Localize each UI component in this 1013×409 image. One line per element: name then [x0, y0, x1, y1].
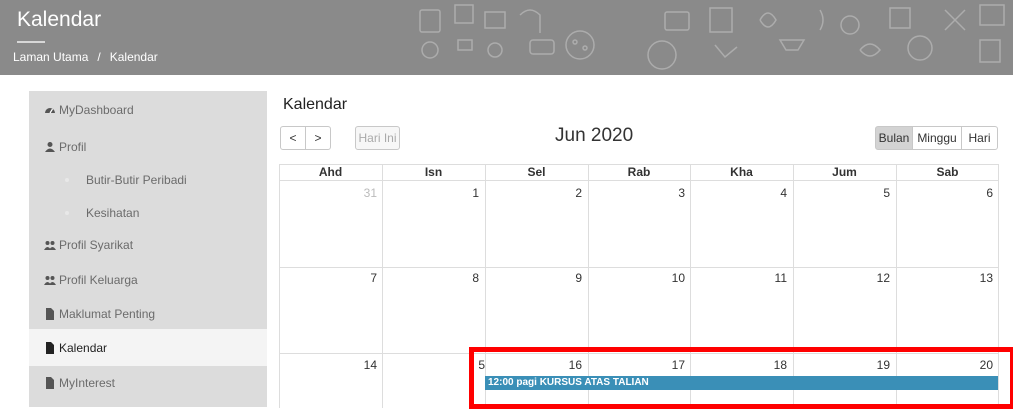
users-icon	[44, 274, 56, 286]
day-cell-number[interactable]: 3	[655, 186, 685, 200]
sidebar-item-profil-keluarga[interactable]: Profil Keluarga	[29, 261, 267, 298]
breadcrumb: Laman Utama / Kalendar	[13, 50, 158, 64]
grid-line	[279, 165, 280, 408]
day-of-week-header: Sab	[936, 165, 959, 179]
sidebar-item-kalendar[interactable]: Kalendar	[29, 329, 267, 366]
today-button[interactable]: Hari Ini	[355, 126, 400, 150]
day-cell-number[interactable]: 11	[757, 271, 787, 285]
day-cell-number[interactable]: 12	[860, 271, 890, 285]
day-cell-number[interactable]: 5	[860, 186, 890, 200]
highlight-box	[469, 347, 1013, 409]
day-of-week-header: Rab	[627, 165, 651, 179]
breadcrumb-home-link[interactable]: Laman Utama	[13, 50, 88, 64]
day-of-week-header: Isn	[424, 165, 443, 179]
sidebar-item-label: Kalendar	[59, 340, 108, 355]
sidebar-nav: MyDashboard Profil Butir-Butir Peribadi …	[29, 91, 267, 407]
header-banner: Kalendar Laman Utama / Kalendar	[0, 0, 1013, 75]
day-cell-number[interactable]: 13	[963, 271, 993, 285]
month-view-button[interactable]: Bulan	[875, 126, 913, 150]
day-cell-number[interactable]: 6	[963, 186, 993, 200]
week-view-button[interactable]: Minggu	[912, 126, 962, 150]
dashboard-icon	[44, 104, 56, 116]
bullet-icon	[65, 177, 69, 182]
day-cell-number[interactable]: 7	[347, 271, 377, 285]
sidebar-item-label: Kesihatan	[86, 205, 140, 220]
day-of-week-header: Ahd	[318, 165, 343, 179]
file-icon	[44, 341, 56, 354]
file-icon	[44, 376, 56, 389]
day-cell-number[interactable]: 10	[655, 271, 685, 285]
prev-month-button[interactable]: <	[280, 126, 306, 150]
breadcrumb-separator: /	[97, 50, 101, 64]
sidebar-item-myinterest[interactable]: MyInterest	[29, 364, 267, 401]
day-cell-number[interactable]: 2	[552, 186, 582, 200]
banner-doodle-icons	[419, 4, 1005, 70]
sidebar-item-profil-syarikat[interactable]: Profil Syarikat	[29, 226, 267, 263]
sidebar-item-maklumat-penting[interactable]: Maklumat Penting	[29, 295, 267, 332]
users-icon	[44, 239, 56, 251]
day-cell-number[interactable]: 14	[347, 358, 377, 372]
sidebar-item-label: Butir-Butir Peribadi	[86, 172, 187, 187]
sidebar-item-label: MyDashboard	[59, 102, 134, 117]
current-month-label: Jun 2020	[555, 125, 634, 146]
sidebar-item-label: Profil Syarikat	[59, 237, 134, 252]
day-of-week-header: Kha	[730, 165, 753, 179]
bullet-icon	[65, 210, 69, 215]
sidebar-item-profil[interactable]: Profil	[29, 128, 267, 165]
sidebar-item-butir-peribadi[interactable]: Butir-Butir Peribadi	[29, 161, 267, 198]
day-view-button[interactable]: Hari	[961, 126, 998, 150]
title-underline	[17, 41, 45, 43]
sidebar-item-label: Maklumat Penting	[59, 306, 156, 321]
calendar-title: Kalendar	[283, 96, 348, 113]
sidebar-item-label: MyInterest	[59, 375, 116, 390]
page-title: Kalendar	[17, 8, 102, 31]
day-cell-number[interactable]: 8	[449, 271, 479, 285]
user-icon	[44, 141, 56, 153]
day-of-week-header: Jum	[832, 165, 857, 179]
day-cell-number[interactable]: 1	[449, 186, 479, 200]
sidebar-item-label: Profil Keluarga	[59, 272, 138, 287]
grid-line	[279, 180, 999, 181]
next-month-button[interactable]: >	[305, 126, 331, 150]
grid-line	[382, 165, 383, 408]
day-cell-number[interactable]: 9	[552, 271, 582, 285]
sidebar-item-label: Profil	[59, 139, 87, 154]
grid-line	[279, 267, 999, 268]
sidebar-item-mydashboard[interactable]: MyDashboard	[29, 91, 267, 128]
breadcrumb-current: Kalendar	[109, 50, 158, 64]
day-of-week-header: Sel	[527, 165, 546, 179]
day-cell-number[interactable]: 4	[757, 186, 787, 200]
file-icon	[44, 307, 56, 320]
day-cell-number[interactable]: 31	[347, 186, 377, 200]
